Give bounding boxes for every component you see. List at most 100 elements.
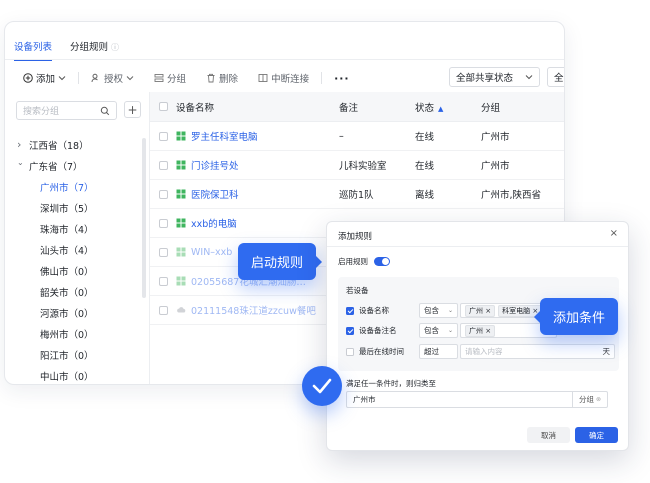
tab-device-list[interactable]: 设备列表 xyxy=(14,39,53,61)
value-tag[interactable]: 广州 × xyxy=(465,324,496,337)
condition-label: 设备备注名 xyxy=(359,326,397,335)
disconnect-button[interactable]: 中断连接 xyxy=(258,71,309,85)
device-name-link[interactable]: xxb的电脑 xyxy=(191,216,237,230)
windows-icon xyxy=(176,276,186,286)
group-button[interactable]: 分组 xyxy=(154,71,186,85)
target-group-input[interactable]: 广州市 分组 ⊗ xyxy=(346,391,608,408)
days-input[interactable]: 请输入内容 天 xyxy=(460,344,615,359)
tree-node-label: 广东省（7） xyxy=(29,161,83,173)
tree-node-city[interactable]: 梅州市（0） xyxy=(17,323,141,344)
header-status[interactable]: 状态 ▲ xyxy=(415,100,481,114)
add-rule-dialog: 添加规则 × 启用规则 若设备 设备名称 包含⌄ 广州 × 科室电脑 × 设备备… xyxy=(326,221,629,451)
select-all-checkbox[interactable] xyxy=(158,102,168,111)
group-picker-button[interactable]: 分组 ⊗ xyxy=(572,392,607,407)
tree-node-label: 江西省（18） xyxy=(29,140,89,152)
condition-device-name: 设备名称 包含⌄ 广州 × 科室电脑 × xyxy=(346,303,557,318)
dialog-divider xyxy=(327,246,628,247)
tab-group-rules[interactable]: 分组规则 ⓘ xyxy=(70,39,119,61)
row-checkbox[interactable] xyxy=(158,247,168,257)
row-checkbox[interactable] xyxy=(158,276,168,286)
rule-instruction: 满足任一条件时，则归类至 xyxy=(346,379,436,388)
second-filter-select[interactable]: 全 xyxy=(547,67,564,87)
second-filter-value: 全 xyxy=(554,73,564,84)
table-row[interactable]: 罗主任科室电脑 – 在线 广州市 xyxy=(150,122,564,151)
tree-node-province[interactable]: ⌄ 广东省（7） xyxy=(17,155,141,176)
chevron-down-icon: ⌄ xyxy=(447,327,453,334)
enable-rule-toggle[interactable] xyxy=(374,257,390,266)
condition-label: 最后在线时间 xyxy=(359,347,404,356)
add-button[interactable]: 添加 xyxy=(23,71,66,85)
sort-icon[interactable]: ▲ xyxy=(438,105,443,113)
help-icon[interactable]: ⓘ xyxy=(111,43,119,52)
device-name-link[interactable]: 门诊挂号处 xyxy=(191,158,239,172)
tree-node-city[interactable]: 佛山市（0） xyxy=(17,260,141,281)
operator-select[interactable]: 超过 xyxy=(419,344,458,359)
windows-icon xyxy=(176,218,186,228)
group-search-input[interactable]: 搜索分组 xyxy=(16,101,117,120)
condition-last-online: 最后在线时间 超过 请输入内容 天 xyxy=(346,344,615,359)
device-status: 离线 xyxy=(415,190,435,201)
enable-rule-label: 启用规则 xyxy=(338,257,368,266)
search-placeholder: 搜索分组 xyxy=(23,107,60,117)
confirm-button[interactable]: 确定 xyxy=(575,427,618,443)
toolbar-divider xyxy=(78,72,80,84)
start-rule-callout: 启动规则 xyxy=(238,243,323,280)
condition-checkbox[interactable] xyxy=(346,347,354,356)
tree-node-city[interactable]: 广州市（7） xyxy=(17,176,141,197)
authorize-label: 授权 xyxy=(104,74,124,85)
row-checkbox[interactable] xyxy=(158,189,168,199)
chevron-down-icon xyxy=(58,75,66,81)
table-row[interactable]: 医院保卫科 巡防1队 离线 广州市,陕西省 xyxy=(150,180,564,209)
condition-checkbox[interactable] xyxy=(346,326,354,335)
tree-node-label: 深圳市（5） xyxy=(40,203,94,215)
device-name-link[interactable]: 医院保卫科 xyxy=(191,187,239,201)
chevron-right-icon[interactable]: › xyxy=(17,138,29,151)
device-group: 广州市 xyxy=(481,132,510,143)
device-name-link[interactable]: 罗主任科室电脑 xyxy=(191,129,258,143)
value-tag[interactable]: 广州 × xyxy=(465,304,496,317)
header-note: 备注 xyxy=(339,102,359,114)
authorize-button[interactable]: 授权 xyxy=(91,71,134,85)
row-checkbox[interactable] xyxy=(158,160,168,170)
device-name-link[interactable]: 02111548珠江道zzcuw餐吧 xyxy=(191,303,316,317)
operator-select[interactable]: 包含 ⌄ xyxy=(419,323,458,338)
delete-label: 删除 xyxy=(219,74,239,85)
table-row[interactable]: 门诊挂号处 儿科实验室 在线 广州市 xyxy=(150,151,564,180)
row-checkbox[interactable] xyxy=(158,131,168,141)
tree-node-city[interactable]: 韶关市（0） xyxy=(17,281,141,302)
search-icon[interactable] xyxy=(100,106,110,116)
toolbar-divider xyxy=(321,72,323,84)
device-note: 巡防1队 xyxy=(339,190,374,201)
tag-label: 科室电脑 xyxy=(502,306,531,315)
close-icon[interactable]: × xyxy=(610,228,618,239)
tree-node-city[interactable]: 珠海市（4） xyxy=(17,218,141,239)
tree-node-city[interactable]: 阳江市（0） xyxy=(17,344,141,365)
operator-select[interactable]: 包含 ⌄ xyxy=(419,303,458,318)
tree-node-city[interactable]: 中山市（0） xyxy=(17,365,141,384)
condition-device-note: 设备备注名 包含 ⌄ 广州 × xyxy=(346,323,557,338)
add-condition-callout: 添加条件 xyxy=(533,298,619,335)
add-group-button[interactable]: + xyxy=(124,101,141,118)
row-checkbox[interactable] xyxy=(158,305,168,315)
chevron-down-icon[interactable]: ⌄ xyxy=(17,158,29,167)
more-button[interactable]: ··· xyxy=(334,72,350,85)
tree-node-label: 中山市（0） xyxy=(40,371,94,383)
tree-node-city[interactable]: 河源市（0） xyxy=(17,302,141,323)
delete-button[interactable]: 删除 xyxy=(206,71,238,85)
row-checkbox[interactable] xyxy=(158,218,168,228)
device-status: 在线 xyxy=(415,132,435,143)
tab-group-rules-label: 分组规则 xyxy=(70,42,109,53)
device-name-link[interactable]: WIN–xxb xyxy=(191,247,232,258)
dialog-title: 添加规则 xyxy=(338,232,373,242)
tree-node-city[interactable]: 深圳市（5） xyxy=(17,197,141,218)
tree-node-province[interactable]: › 江西省（18） xyxy=(17,134,141,155)
condition-checkbox[interactable] xyxy=(346,306,354,315)
condition-label: 设备名称 xyxy=(359,306,389,315)
tree-node-city[interactable]: 汕头市（4） xyxy=(17,239,141,260)
tree-node-label: 韶关市（0） xyxy=(40,287,94,299)
share-status-select[interactable]: 全部共享状态 xyxy=(449,67,540,87)
cancel-button[interactable]: 取消 xyxy=(527,427,570,443)
windows-icon xyxy=(176,247,186,257)
scrollbar[interactable] xyxy=(142,138,146,298)
tree-node-label: 河源市（0） xyxy=(40,308,94,320)
